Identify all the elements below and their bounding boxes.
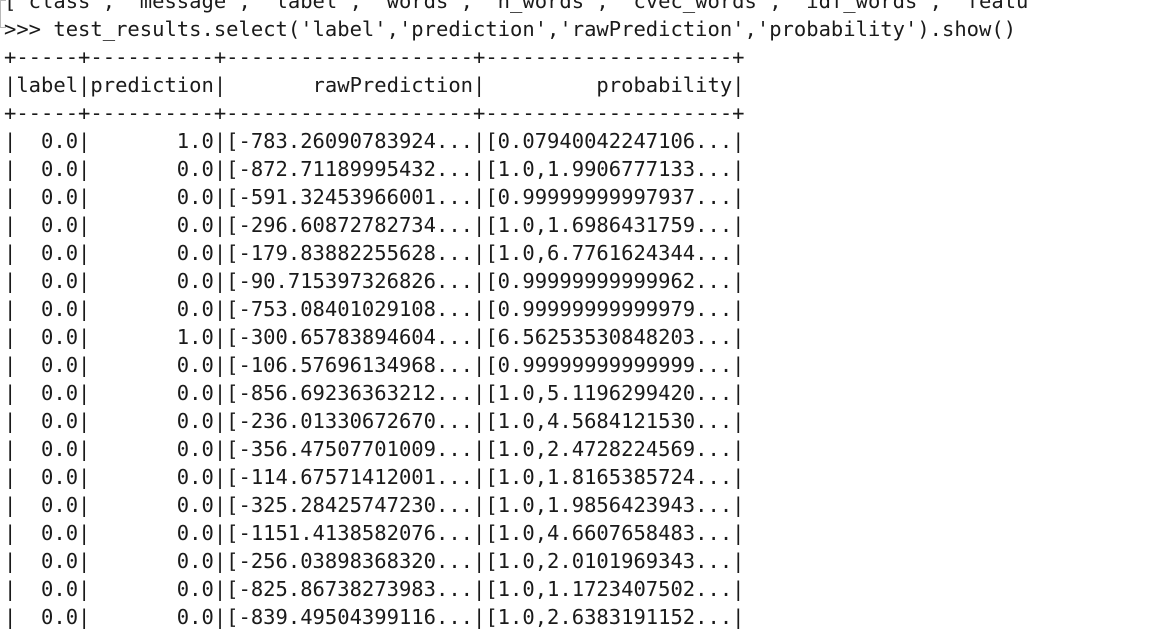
table-row: | 0.0| 0.0|[-839.49504399116...|[1.0,2.6… [4,605,745,629]
terminal-output: [ class , message , label , words , n_wo… [0,0,1168,630]
table-row: | 0.0| 0.0|[-1151.4138582076...|[1.0,4.6… [4,521,745,545]
table-row: | 0.0| 0.0|[-591.32453966001...|[0.99999… [4,185,745,209]
table-header-row: |label|prediction| rawPrediction| probab… [4,73,745,97]
table-row: | 0.0| 0.0|[-856.69236363212...|[1.0,5.1… [4,381,745,405]
table-row: | 0.0| 0.0|[-90.715397326826...|[0.99999… [4,269,745,293]
table-row: | 0.0| 0.0|[-356.47507701009...|[1.0,2.4… [4,437,745,461]
table-row: | 0.0| 0.0|[-753.08401029108...|[0.99999… [4,297,745,321]
table-row: | 0.0| 0.0|[-106.57696134968...|[0.99999… [4,353,745,377]
table-row: | 0.0| 0.0|[-114.67571412001...|[1.0,1.8… [4,465,745,489]
table-top-border: +-----+----------+--------------------+-… [4,45,745,69]
table-row: | 0.0| 0.0|[-825.86738273983...|[1.0,1.1… [4,577,745,601]
prompt: >>> [4,17,54,41]
table-row: | 0.0| 0.0|[-256.03898368320...|[1.0,2.0… [4,549,745,573]
table-row: | 0.0| 0.0|[-872.71189995432...|[1.0,1.9… [4,157,745,181]
command-line[interactable]: >>> test_results.select('label','predict… [4,15,1016,43]
table-row: | 0.0| 0.0|[-179.83882255628...|[1.0,6.7… [4,241,745,265]
table-row: | 0.0| 0.0|[-296.60872782734...|[1.0,1.6… [4,213,745,237]
table-row: | 0.0| 0.0|[-325.28425747230...|[1.0,1.9… [4,493,745,517]
table-row: | 0.0| 1.0|[-783.26090783924...|[0.07940… [4,129,745,153]
clipped-output-line: [ class , message , label , words , n_wo… [4,0,1029,13]
command-text: test_results.select('label','prediction'… [53,17,1017,41]
table-row: | 0.0| 0.0|[-236.01330672670...|[1.0,4.5… [4,409,745,433]
table-header-border: +-----+----------+--------------------+-… [4,101,745,125]
table-row: | 0.0| 1.0|[-300.65783894604...|[6.56253… [4,325,745,349]
